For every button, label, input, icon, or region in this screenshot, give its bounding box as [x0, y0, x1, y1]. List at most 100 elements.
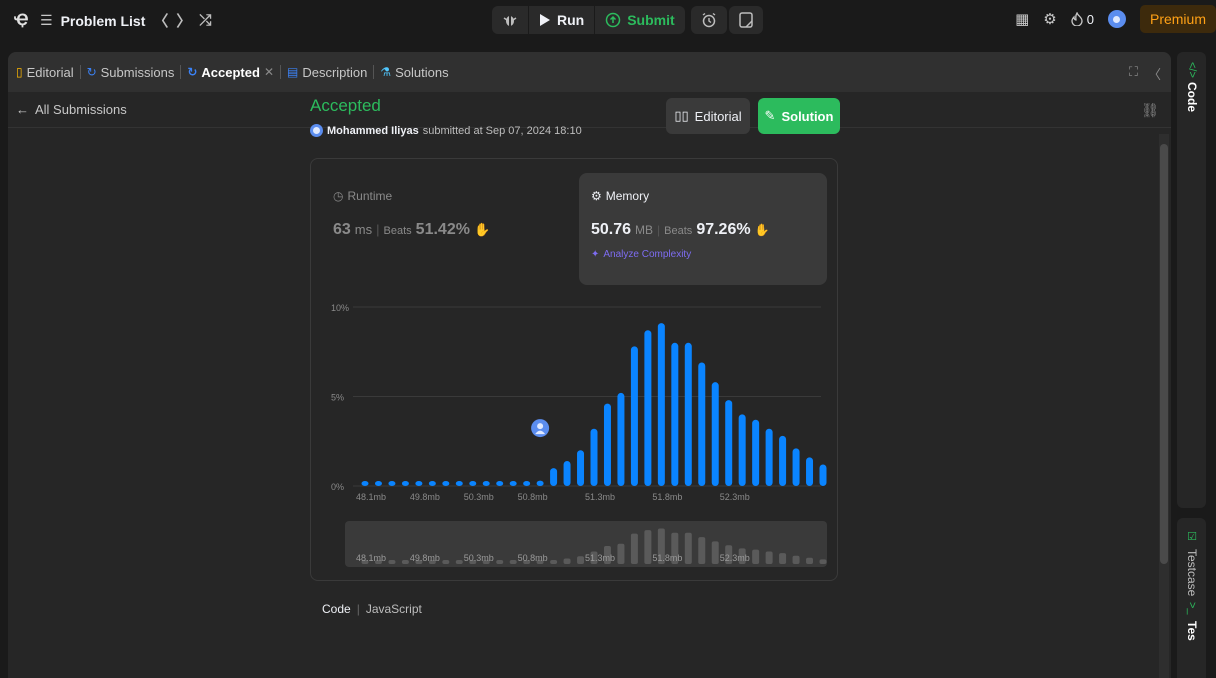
- distribution-bar[interactable]: [711, 382, 719, 486]
- distribution-bar[interactable]: [725, 400, 733, 486]
- memory-distribution-chart[interactable]: 10% 5% 0% 48.1mb 49.8mb 50.3mb 50.8mb 51.3mb 51…: [311, 159, 839, 582]
- run-submit-toolbar: Run Submit: [492, 6, 763, 34]
- distribution-bar[interactable]: [806, 457, 814, 486]
- y-tick-label: 0%: [331, 482, 344, 492]
- tab-accepted[interactable]: ↻ Accepted ✕: [187, 65, 274, 80]
- timer-button[interactable]: [690, 6, 727, 34]
- distribution-bar[interactable]: [698, 362, 706, 486]
- distribution-bar[interactable]: [644, 330, 652, 486]
- testcase-panel-label[interactable]: ☑ Testcase >_ Tes: [1183, 530, 1201, 641]
- distribution-bar[interactable]: [765, 428, 773, 486]
- distribution-bar[interactable]: [657, 323, 665, 486]
- distribution-bar[interactable]: [482, 481, 490, 486]
- close-tab-icon[interactable]: ✕: [264, 65, 274, 79]
- editorial-button[interactable]: ▯▯ Editorial: [666, 98, 750, 134]
- mini-bar: [644, 530, 652, 564]
- distribution-bar[interactable]: [779, 435, 787, 486]
- mini-bar: [563, 558, 571, 564]
- distribution-bar[interactable]: [401, 481, 409, 486]
- distribution-bar[interactable]: [563, 460, 571, 486]
- list-icon: ☰: [40, 12, 53, 28]
- solution-button[interactable]: ✎ Solution: [758, 98, 840, 134]
- distribution-bar[interactable]: [509, 481, 517, 486]
- submit-button[interactable]: Submit: [595, 6, 685, 34]
- submitter-name[interactable]: Mohammed Iliyas: [327, 125, 419, 137]
- share-link-icon[interactable]: ⛓: [1141, 102, 1159, 119]
- x-tick-label: 48.1mb: [356, 492, 386, 502]
- code-panel-label[interactable]: </> Code: [1183, 62, 1201, 112]
- run-button[interactable]: Run: [529, 6, 595, 34]
- distribution-bar[interactable]: [684, 342, 692, 486]
- streak-count: 0: [1086, 11, 1094, 27]
- play-icon: [540, 14, 550, 26]
- distribution-bar[interactable]: [496, 481, 504, 486]
- distribution-bar[interactable]: [442, 481, 450, 486]
- distribution-bar[interactable]: [361, 481, 369, 486]
- notes-button[interactable]: [728, 6, 763, 34]
- distribution-bar[interactable]: [523, 481, 531, 486]
- y-tick-label: 5%: [331, 393, 344, 403]
- distribution-bar[interactable]: [415, 481, 423, 486]
- distribution-bar[interactable]: [550, 468, 558, 486]
- mini-bar: [684, 532, 692, 564]
- code-panel-collapsed[interactable]: [1177, 52, 1206, 508]
- tab-submissions-label: Submissions: [100, 64, 175, 80]
- leetcode-logo-icon[interactable]: Ҿ: [14, 11, 32, 29]
- code-panel-title: Code: [1185, 81, 1199, 112]
- all-submissions-link[interactable]: All Submissions: [35, 102, 127, 117]
- distribution-bar[interactable]: [577, 450, 585, 486]
- back-arrow-icon[interactable]: ←: [16, 102, 29, 117]
- tab-description[interactable]: ▤ Description: [287, 65, 367, 80]
- mini-bar: [496, 560, 504, 564]
- x-axis-ticks: 48.1mb 49.8mb 50.3mb 50.8mb 51.3mb 51.8mb 52.3…: [356, 492, 750, 502]
- mini-bar: [819, 559, 827, 564]
- distribution-bar[interactable]: [428, 481, 436, 486]
- distribution-bar[interactable]: [617, 392, 625, 486]
- mini-bar: [779, 553, 787, 564]
- distribution-bar[interactable]: [388, 481, 396, 486]
- distribution-bar[interactable]: [819, 464, 827, 486]
- premium-button[interactable]: Premium: [1139, 5, 1216, 33]
- shuffle-icon[interactable]: ⤮: [199, 12, 211, 29]
- tab-editorial[interactable]: ▯ Editorial: [16, 65, 74, 80]
- testcase-label: Testcase: [1185, 549, 1199, 597]
- cloud-upload-icon: [605, 12, 621, 28]
- mini-x-tick-label: 51.3mb: [585, 553, 615, 563]
- x-tick-label: 52.3mb: [720, 492, 750, 502]
- debug-button[interactable]: [492, 6, 528, 34]
- layout-icon[interactable]: ▦: [1015, 10, 1029, 28]
- x-tick-label: 51.3mb: [585, 492, 615, 502]
- scrollbar-thumb[interactable]: [1160, 144, 1168, 564]
- submitter-avatar[interactable]: [310, 124, 323, 137]
- tab-solutions[interactable]: ⚗ Solutions: [380, 65, 448, 80]
- mini-bar: [806, 557, 814, 564]
- x-tick-label: 51.8mb: [652, 492, 682, 502]
- distribution-bar[interactable]: [469, 481, 477, 486]
- settings-gear-icon[interactable]: ⚙: [1043, 10, 1056, 28]
- tab-submissions[interactable]: ↻ Submissions: [87, 65, 175, 80]
- next-problem-icon[interactable]: 〉: [176, 10, 191, 31]
- user-avatar[interactable]: [1107, 10, 1126, 28]
- maximize-icon[interactable]: ⛶: [1129, 64, 1138, 83]
- distribution-bar[interactable]: [738, 414, 746, 486]
- tab-divider: [280, 65, 281, 79]
- problem-list-label[interactable]: Problem List: [61, 13, 146, 29]
- distribution-bar[interactable]: [536, 480, 544, 486]
- collapse-icon[interactable]: 〈: [1148, 64, 1161, 83]
- distribution-bar[interactable]: [374, 481, 382, 486]
- submitted-time: submitted at Sep 07, 2024 18:10: [422, 124, 582, 137]
- panel-tab-bar: ▯ Editorial ↻ Submissions ↻ Accepted ✕ ▤…: [8, 52, 1171, 92]
- distribution-bar[interactable]: [455, 481, 463, 486]
- mini-x-tick-label: 48.1mb: [356, 553, 386, 563]
- panel-scrollbar[interactable]: [1159, 134, 1169, 678]
- prev-problem-icon[interactable]: 〈: [153, 10, 168, 31]
- distribution-bar[interactable]: [671, 342, 679, 486]
- distribution-bar[interactable]: [792, 448, 800, 486]
- terminal-icon: >_: [1186, 602, 1198, 615]
- distribution-bar[interactable]: [603, 403, 611, 486]
- streak-fire-icon[interactable]: 0: [1071, 12, 1094, 27]
- problem-list-nav[interactable]: ☰ Problem List 〈 〉 ⤮: [40, 10, 211, 31]
- distribution-bar[interactable]: [752, 419, 760, 486]
- distribution-bar[interactable]: [590, 428, 598, 486]
- distribution-bar[interactable]: [630, 346, 638, 486]
